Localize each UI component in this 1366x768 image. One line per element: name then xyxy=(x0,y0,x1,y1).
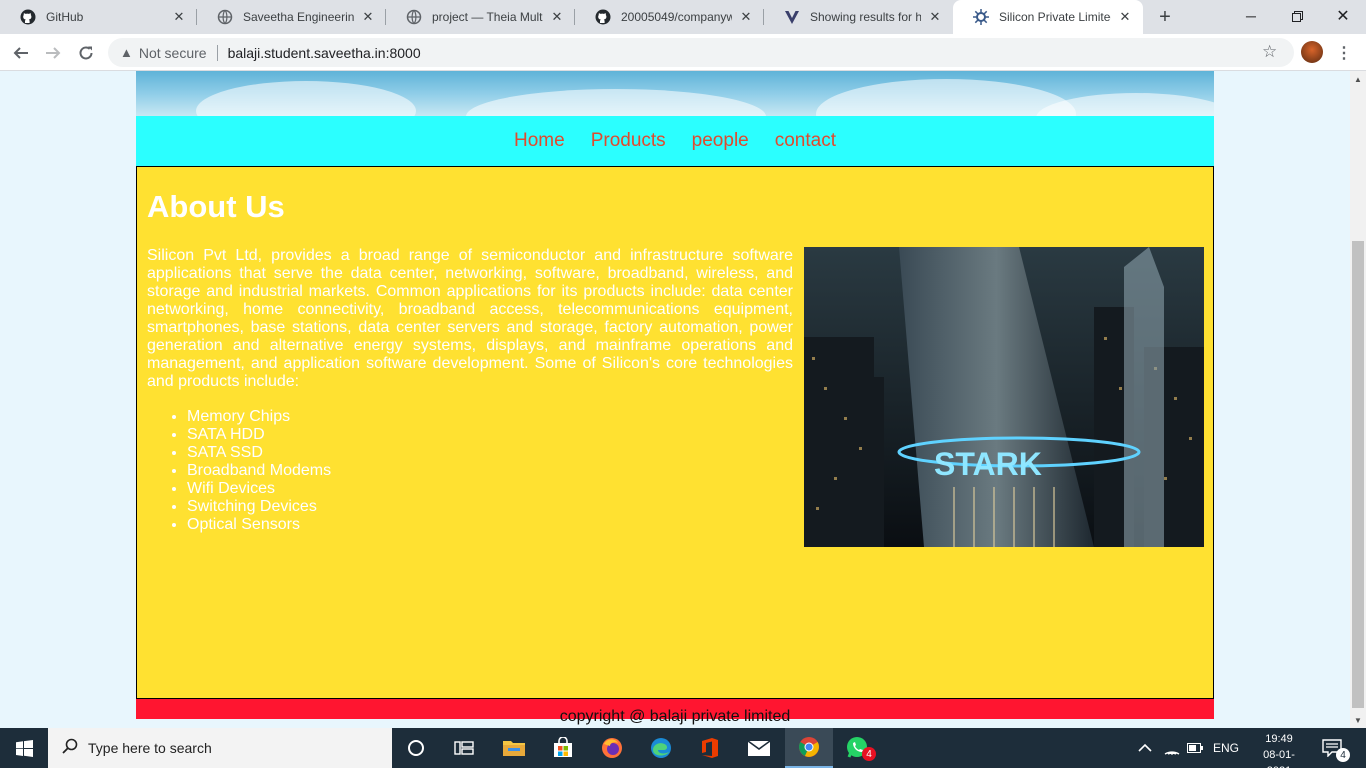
nav-contact-link[interactable]: contact xyxy=(775,130,836,152)
footer-copyright: copyright @ balaji private limited xyxy=(559,708,791,725)
profile-avatar[interactable] xyxy=(1301,41,1323,63)
language-indicator[interactable]: ENG xyxy=(1213,728,1239,768)
search-placeholder: Type here to search xyxy=(88,740,212,756)
bookmark-star-icon[interactable]: ☆ xyxy=(1262,42,1277,62)
list-item: Switching Devices xyxy=(187,498,331,516)
warning-triangle-icon: ▲ xyxy=(120,45,133,60)
close-tab-icon[interactable]: ✕ xyxy=(360,9,376,25)
cortana-icon[interactable] xyxy=(392,728,440,768)
browser-tab-strip: GitHub ✕ Saveetha Engineering C ✕ projec… xyxy=(0,0,1366,34)
notification-count-badge: 4 xyxy=(1336,748,1350,762)
office-icon[interactable] xyxy=(686,728,734,768)
close-window-icon[interactable]: ✕ xyxy=(1320,0,1366,32)
tab-label: Silicon Private Limited xyxy=(999,10,1111,24)
tab-github[interactable]: GitHub ✕ xyxy=(0,0,197,34)
close-tab-icon[interactable]: ✕ xyxy=(549,9,565,25)
notifications-icon[interactable]: 4 xyxy=(1322,728,1350,768)
tab-label: GitHub xyxy=(46,10,84,24)
github-icon xyxy=(20,9,36,25)
scroll-down-icon[interactable]: ▼ xyxy=(1350,712,1366,728)
tab-github-repo[interactable]: 20005049/companywel ✕ xyxy=(575,0,764,34)
scroll-up-icon[interactable]: ▲ xyxy=(1350,71,1366,87)
scrollbar-thumb[interactable] xyxy=(1352,241,1364,708)
stark-tower-image: STARK xyxy=(804,247,1204,547)
search-icon xyxy=(62,738,78,759)
list-item: Wifi Devices xyxy=(187,480,331,498)
globe-icon xyxy=(217,9,233,25)
taskbar-clock[interactable]: 19:49 08-01-2021 xyxy=(1252,731,1306,768)
mail-icon[interactable] xyxy=(735,728,783,768)
v-logo-icon xyxy=(784,9,800,25)
tab-label: 20005049/companywel xyxy=(621,10,732,24)
wifi-icon[interactable] xyxy=(1164,728,1180,768)
nav-people-link[interactable]: people xyxy=(692,130,749,152)
list-item: Broadband Modems xyxy=(187,462,331,480)
edge-icon[interactable] xyxy=(637,728,685,768)
site-footer: copyright @ balaji private limited xyxy=(136,699,1214,725)
task-view-icon[interactable] xyxy=(440,728,488,768)
tab-theia[interactable]: project — Theia Multi-L ✕ xyxy=(386,0,575,34)
close-tab-icon[interactable]: ✕ xyxy=(171,9,187,25)
new-tab-button[interactable]: + xyxy=(1152,4,1178,30)
windows-taskbar: Type here to search 4 ENG 19:49 08-01- 4 xyxy=(0,728,1366,768)
about-section: About Us Silicon Pvt Ltd, provides a bro… xyxy=(136,166,1214,699)
nav-products-link[interactable]: Products xyxy=(591,130,666,152)
clock-time: 19:49 xyxy=(1265,733,1293,745)
battery-icon[interactable] xyxy=(1187,728,1203,768)
taskbar-search-box[interactable]: Type here to search xyxy=(48,728,392,768)
close-tab-icon[interactable]: ✕ xyxy=(738,9,754,25)
page-viewport: Home Products people contact About Us Si… xyxy=(0,71,1350,728)
windows-start-button[interactable] xyxy=(0,728,48,768)
microsoft-store-icon[interactable] xyxy=(539,728,587,768)
tab-label: Saveetha Engineering C xyxy=(243,10,354,24)
browser-toolbar: ▲ Not secure balaji.student.saveetha.in:… xyxy=(0,34,1366,71)
nav-home-link[interactable]: Home xyxy=(514,130,565,152)
header-banner-image xyxy=(136,71,1214,116)
product-list: Memory Chips SATA HDD SATA SSD Broadband… xyxy=(187,408,331,534)
tab-label: Showing results for http xyxy=(810,10,921,24)
list-item: SATA SSD xyxy=(187,444,331,462)
address-bar[interactable]: ▲ Not secure balaji.student.saveetha.in:… xyxy=(108,38,1294,67)
list-item: SATA HDD xyxy=(187,426,331,444)
security-label[interactable]: Not secure xyxy=(139,45,207,61)
tab-search-results[interactable]: Showing results for http ✕ xyxy=(764,0,953,34)
file-explorer-icon[interactable] xyxy=(490,728,538,768)
whatsapp-icon[interactable]: 4 xyxy=(834,728,882,768)
firefox-icon[interactable] xyxy=(588,728,636,768)
gear-favicon-icon xyxy=(973,9,989,25)
close-tab-icon[interactable]: ✕ xyxy=(927,9,943,25)
globe-icon xyxy=(406,9,422,25)
tab-label: project — Theia Multi-L xyxy=(432,10,543,24)
site-nav: Home Products people contact xyxy=(136,116,1214,166)
about-paragraph: Silicon Pvt Ltd, provides a broad range … xyxy=(147,247,793,390)
restore-icon[interactable] xyxy=(1274,0,1320,32)
whatsapp-badge: 4 xyxy=(862,747,876,761)
list-item: Optical Sensors xyxy=(187,516,331,534)
close-tab-icon[interactable]: ✕ xyxy=(1117,9,1133,25)
minimize-icon[interactable]: ─ xyxy=(1228,0,1274,32)
more-menu-icon[interactable]: ⋮ xyxy=(1336,43,1352,63)
forward-arrow-icon[interactable] xyxy=(39,39,67,67)
github-icon xyxy=(595,9,611,25)
list-item: Memory Chips xyxy=(187,408,331,426)
clock-date: 08-01-2021 xyxy=(1263,749,1295,768)
url-text[interactable]: balaji.student.saveetha.in:8000 xyxy=(228,45,421,61)
chrome-icon[interactable] xyxy=(785,728,833,768)
tab-saveetha[interactable]: Saveetha Engineering C ✕ xyxy=(197,0,386,34)
show-hidden-icons-chevron-icon[interactable] xyxy=(1138,728,1152,768)
page-scrollbar[interactable]: ▲ ▼ xyxy=(1350,71,1366,728)
tab-silicon-active[interactable]: Silicon Private Limited ✕ xyxy=(953,0,1143,34)
about-title: About Us xyxy=(147,189,285,224)
reload-icon[interactable] xyxy=(72,39,100,67)
back-arrow-icon[interactable] xyxy=(7,39,35,67)
stark-sign: STARK xyxy=(934,446,1042,482)
